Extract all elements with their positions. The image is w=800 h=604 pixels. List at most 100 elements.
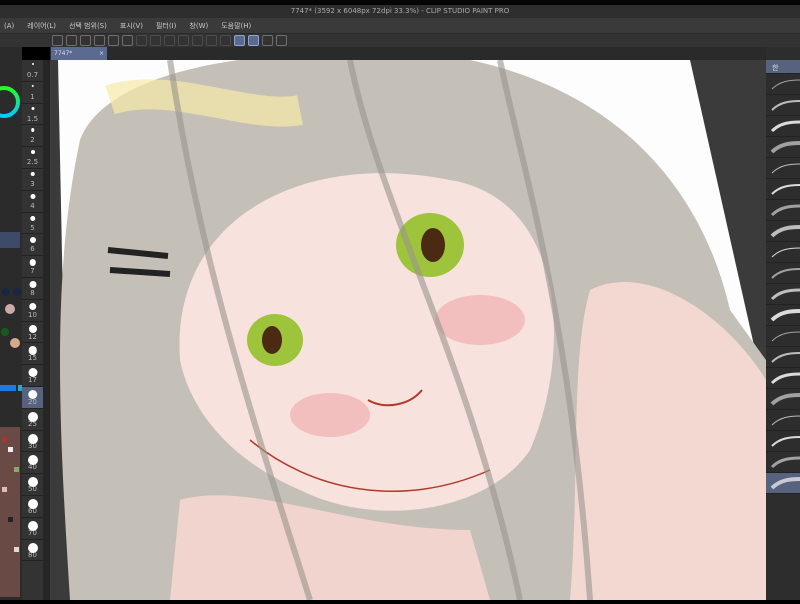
brush-size-dot-icon xyxy=(28,368,37,378)
artwork-canvas[interactable] xyxy=(50,60,766,600)
menu-window[interactable]: 창(W) xyxy=(185,21,217,31)
brush-stroke-icon xyxy=(770,120,800,133)
brush-size-label: 2 xyxy=(30,136,35,145)
brush-preset[interactable] xyxy=(766,221,800,242)
brush-size-6[interactable]: 6 xyxy=(22,234,43,257)
menu-filter[interactable]: 필터(I) xyxy=(152,21,185,31)
menu-selection[interactable]: 선택 범위(S) xyxy=(65,21,116,31)
brush-preset[interactable] xyxy=(766,116,800,137)
blush xyxy=(435,295,525,345)
brush-preset[interactable] xyxy=(766,263,800,284)
brush-size-17[interactable]: 17 xyxy=(22,365,43,387)
brush-size-label: 0.7 xyxy=(26,71,39,79)
new-file-icon[interactable] xyxy=(66,35,77,46)
brush-size-40[interactable]: 40 xyxy=(22,452,43,475)
brush-stroke-icon xyxy=(770,456,800,469)
brush-preset[interactable] xyxy=(766,179,800,200)
brush-stroke-icon xyxy=(771,352,800,363)
clear-icon[interactable] xyxy=(136,35,147,46)
save-icon[interactable] xyxy=(94,35,105,46)
brush-preset[interactable] xyxy=(766,137,800,158)
brush-preset[interactable] xyxy=(766,74,800,95)
show-selection-icon[interactable] xyxy=(220,35,231,46)
brush-size-3[interactable]: 3 xyxy=(22,169,43,191)
brush-preset[interactable] xyxy=(766,284,800,305)
brush-size-2.5[interactable]: 2.5 xyxy=(22,147,43,169)
tab-document[interactable]: 7747* × xyxy=(51,47,107,60)
brush-preset[interactable] xyxy=(766,242,800,263)
brush-size-30[interactable]: 30 xyxy=(22,431,43,453)
menu-animation[interactable]: (A) xyxy=(0,22,23,30)
brush-size-70[interactable]: 70 xyxy=(22,518,43,540)
menu-view[interactable]: 표시(V) xyxy=(116,21,152,31)
invert-selection-icon[interactable] xyxy=(206,35,217,46)
brush-size-dot-icon xyxy=(27,455,38,466)
brush-size-20[interactable]: 20 xyxy=(22,386,43,409)
brush-size-dot-icon xyxy=(27,477,38,488)
brush-size-dot-icon xyxy=(30,193,35,199)
brush-preset[interactable] xyxy=(766,452,800,473)
brush-preset[interactable] xyxy=(766,473,800,494)
brush-size-2[interactable]: 2 xyxy=(22,125,43,148)
brush-size-dot-icon xyxy=(27,498,38,509)
brush-preset[interactable] xyxy=(766,368,800,389)
brush-size-dot-icon xyxy=(28,346,37,355)
brush-size-label: 17 xyxy=(28,376,37,385)
brush-size-5[interactable]: 5 xyxy=(22,213,43,235)
brush-size-80[interactable]: 80 xyxy=(22,540,43,562)
brush-size-7[interactable]: 7 xyxy=(22,256,43,278)
right-panel: 한 xyxy=(766,47,800,600)
brush-size-dot-icon xyxy=(28,302,37,311)
snap-grid-icon[interactable] xyxy=(262,35,273,46)
brush-size-dot-icon xyxy=(29,215,36,222)
app-icon[interactable] xyxy=(52,35,63,46)
brush-preset[interactable] xyxy=(766,347,800,368)
open-folder-icon[interactable] xyxy=(80,35,91,46)
brush-size-15[interactable]: 15 xyxy=(22,343,43,366)
brush-stroke-icon xyxy=(770,288,800,301)
brush-preset[interactable] xyxy=(766,326,800,347)
brush-size-dot-icon xyxy=(27,389,38,400)
brush-preset[interactable] xyxy=(766,95,800,116)
brush-size-60[interactable]: 60 xyxy=(22,496,43,518)
brush-size-1[interactable]: 1 xyxy=(22,82,43,104)
menu-layer[interactable]: 레이어(L) xyxy=(23,21,65,31)
redo-icon[interactable] xyxy=(122,35,133,46)
brush-size-10[interactable]: 10 xyxy=(22,300,43,322)
transform-icon[interactable] xyxy=(178,35,189,46)
brush-preset[interactable] xyxy=(766,389,800,410)
brush-preset[interactable] xyxy=(766,410,800,431)
color-wheel-panel[interactable] xyxy=(0,47,22,600)
brush-size-label: 4 xyxy=(30,201,35,210)
deselect-icon[interactable] xyxy=(192,35,203,46)
settings-icon[interactable] xyxy=(276,35,287,46)
menu-help[interactable]: 도움말(H) xyxy=(217,21,260,31)
brush-stroke-icon xyxy=(771,415,800,426)
brush-preset[interactable] xyxy=(766,305,800,326)
sub-tool-header[interactable]: 한 xyxy=(766,60,800,74)
brush-preset[interactable] xyxy=(766,431,800,452)
brush-size-0.7[interactable]: 0.7 xyxy=(22,60,43,82)
canvas-area[interactable] xyxy=(50,60,766,600)
brush-size-dot-icon xyxy=(27,411,38,422)
brush-preset[interactable] xyxy=(766,200,800,221)
brush-size-dot-icon xyxy=(30,150,35,155)
brush-size-scrollbar[interactable] xyxy=(43,60,50,600)
brush-size-25[interactable]: 25 xyxy=(22,409,43,431)
undo-icon[interactable] xyxy=(108,35,119,46)
brush-size-12[interactable]: 12 xyxy=(22,322,43,344)
clear-outside-icon[interactable] xyxy=(150,35,161,46)
brush-size-dot-icon xyxy=(27,520,38,531)
brush-size-50[interactable]: 50 xyxy=(22,474,43,496)
brush-size-8[interactable]: 8 xyxy=(22,278,43,300)
brush-stroke-icon xyxy=(770,309,800,322)
brush-size-dot-icon xyxy=(31,106,34,110)
fill-icon[interactable] xyxy=(164,35,175,46)
snap-special-ruler-icon[interactable] xyxy=(248,35,259,46)
brush-stroke-icon xyxy=(771,79,800,90)
brush-size-4[interactable]: 4 xyxy=(22,191,43,213)
brush-size-1.5[interactable]: 1.5 xyxy=(22,104,43,126)
tab-close-icon[interactable]: × xyxy=(99,50,104,57)
snap-ruler-icon[interactable] xyxy=(234,35,245,46)
brush-preset[interactable] xyxy=(766,158,800,179)
